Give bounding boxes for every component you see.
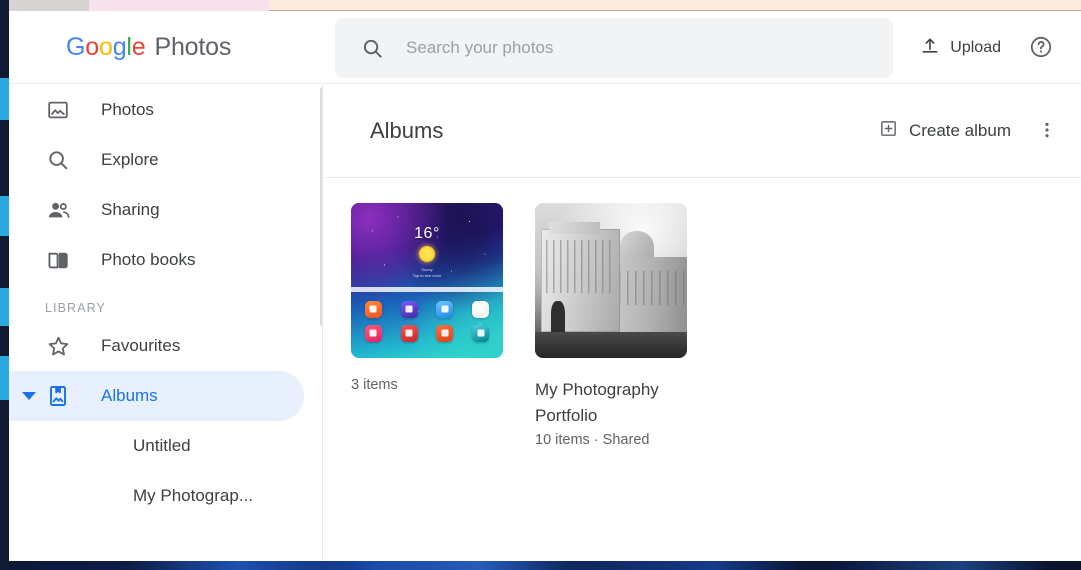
weather-subtext: Sunny Tap to see more <box>412 266 442 278</box>
sidebar-item-albums[interactable]: Albums <box>9 371 304 421</box>
main-content: Albums Create album 16° Sunny Tap to see… <box>324 85 1081 561</box>
sidebar-album-label: Untitled <box>133 436 191 455</box>
help-button[interactable] <box>1021 28 1061 68</box>
album-card[interactable]: 16° Sunny Tap to see more 3 items <box>351 203 503 448</box>
album-name: My Photography Portfolio <box>535 380 659 425</box>
browser-chrome-strip <box>9 0 1081 11</box>
browser-window: Google Photos Search your photos Upload … <box>9 0 1081 561</box>
album-item-count: 10 items · Shared <box>535 432 650 448</box>
main-header-actions: Create album <box>867 110 1067 152</box>
chrome-tab-segment-left <box>9 0 89 11</box>
sidebar-scrollbar[interactable] <box>319 85 322 561</box>
sidebar-item-explore[interactable]: Explore <box>9 135 304 185</box>
search-icon <box>361 37 384 60</box>
album-item-count: 3 items <box>351 377 398 393</box>
google-wordmark: Google <box>66 33 146 61</box>
chrome-tab-segment-active <box>89 0 269 11</box>
book-icon <box>45 248 71 273</box>
page-title: Albums <box>370 118 444 143</box>
album-grid: 16° Sunny Tap to see more 3 items My Pho… <box>324 178 1081 448</box>
plus-box-icon <box>879 119 898 143</box>
main-header: Albums Create album <box>324 85 1081 178</box>
create-album-label: Create album <box>908 121 1011 140</box>
more-vertical-icon <box>1037 120 1057 143</box>
upload-button[interactable]: Upload <box>908 28 1013 69</box>
sidebar: Photos Explore Sharing Photo books LIBRA… <box>9 85 323 561</box>
album-thumbnail <box>71 477 109 515</box>
sidebar-item-sharing[interactable]: Sharing <box>9 185 304 235</box>
sidebar-album-label: My Photograp... <box>133 486 254 505</box>
sidebar-section-library: LIBRARY <box>45 301 106 315</box>
sidebar-item-label: Photos <box>101 100 154 119</box>
album-thumbnail <box>71 427 109 465</box>
sidebar-scrollbar-thumb[interactable] <box>320 87 322 327</box>
upload-icon <box>920 36 940 61</box>
create-album-button[interactable]: Create album <box>867 110 1023 152</box>
search-bar[interactable] <box>335 18 893 78</box>
star-icon <box>45 334 71 359</box>
album-card[interactable]: My Photography Portfolio 10 items · Shar… <box>535 203 687 448</box>
sidebar-item-favourites[interactable]: Favourites <box>9 321 304 371</box>
sidebar-item-label: Photo books <box>101 250 196 269</box>
sidebar-album-untitled[interactable]: Untitled <box>9 421 322 471</box>
upload-button-label: Upload <box>950 39 1001 56</box>
header-actions: Upload <box>908 12 1069 84</box>
album-cover-image[interactable] <box>535 203 687 358</box>
search-icon <box>45 148 71 172</box>
sidebar-item-label: Albums <box>101 386 158 405</box>
people-icon <box>45 198 71 223</box>
app-icon-grid <box>360 300 494 342</box>
sidebar-item-label: Sharing <box>101 200 160 219</box>
more-options-button[interactable] <box>1027 111 1067 151</box>
sidebar-item-photos[interactable]: Photos <box>9 85 304 135</box>
search-input[interactable] <box>406 38 877 58</box>
product-name: Photos <box>154 33 232 61</box>
albums-icon <box>45 384 71 408</box>
sidebar-item-label: Favourites <box>101 336 181 355</box>
sidebar-item-label: Explore <box>101 150 159 169</box>
help-circle-icon <box>1029 35 1053 62</box>
sidebar-item-photo-books[interactable]: Photo books <box>9 235 304 285</box>
sidebar-album-my-photography[interactable]: My Photograp... <box>9 471 322 521</box>
chevron-down-icon[interactable] <box>22 392 36 400</box>
google-photos-logo[interactable]: Google Photos <box>66 33 231 62</box>
album-cover-image[interactable]: 16° Sunny Tap to see more <box>351 203 503 358</box>
weather-temperature: 16° <box>414 224 440 242</box>
photo-icon <box>45 98 71 122</box>
app-header: Google Photos Search your photos Upload <box>9 12 1081 84</box>
sun-icon <box>419 246 435 263</box>
background-window-sliver <box>0 0 9 570</box>
